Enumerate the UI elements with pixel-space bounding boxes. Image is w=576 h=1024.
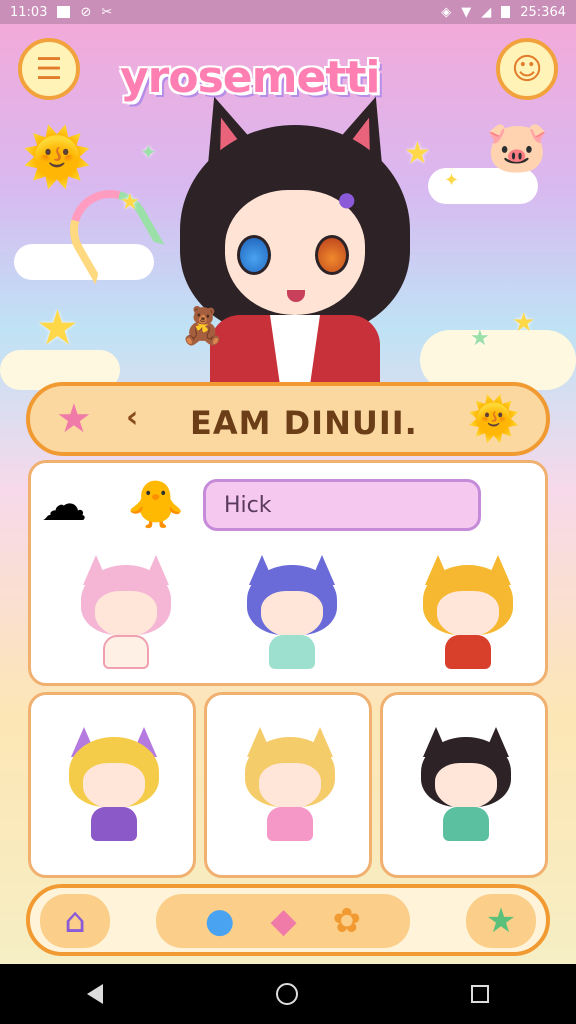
- chibi-body: [443, 807, 489, 841]
- chibi-face: [261, 591, 323, 637]
- paint-drop-icon[interactable]: ◆: [271, 901, 297, 941]
- bug-icon: ✂: [101, 4, 113, 20]
- hair-clip-icon: ●: [338, 187, 356, 211]
- character-card-blue-cat[interactable]: [237, 551, 347, 671]
- status-bar: 11:03 ⊘ ✂ ◈ ▼ ◢ 25:364: [0, 0, 576, 24]
- vibrate-icon: ◈: [441, 4, 452, 20]
- profile-button[interactable]: ☺: [496, 38, 558, 100]
- star-icon: ✦: [444, 170, 460, 191]
- chibi: [235, 723, 345, 843]
- chibi-body: [91, 807, 137, 841]
- character-card-dark-hair[interactable]: [380, 692, 548, 878]
- menu-face-icon: ☰: [35, 51, 63, 87]
- star-icon: ★: [120, 190, 140, 215]
- chibi-body: [267, 807, 313, 841]
- home-tab[interactable]: ⌂: [40, 894, 110, 948]
- star-icon: ★: [512, 308, 536, 338]
- status-right-text: 25:364: [520, 4, 566, 20]
- sun-face-icon[interactable]: 🌞: [468, 394, 520, 444]
- balloon-icon[interactable]: ●: [205, 901, 235, 941]
- search-header-title: EAM DINUII.: [190, 404, 418, 442]
- chibi: [59, 723, 169, 843]
- star-icon: ✦: [140, 140, 157, 164]
- hero-eye-blue: [237, 235, 271, 275]
- cloud-decoration: [420, 330, 576, 390]
- bottom-dock: ⌂ ● ◆ ✿ ★: [26, 884, 550, 956]
- chibi-face: [95, 591, 157, 637]
- star-icon: ★: [36, 300, 80, 356]
- status-time: 11:03: [10, 4, 48, 20]
- character-card-blonde-cat[interactable]: [204, 692, 372, 878]
- system-nav-bar: [0, 964, 576, 1024]
- bee-face-icon[interactable]: ✿: [333, 901, 362, 941]
- search-input[interactable]: [203, 479, 481, 531]
- chick-face-icon[interactable]: 🐥: [127, 477, 184, 532]
- hero-eye-orange: [315, 235, 349, 275]
- chibi-body: [269, 635, 315, 669]
- search-header-bar: ★ ‹ EAM DINUII. 🌞: [26, 382, 550, 456]
- chibi: [411, 723, 521, 843]
- chibi-face: [435, 763, 497, 809]
- nav-home-icon[interactable]: [275, 983, 298, 1005]
- chibi-body: [103, 635, 149, 669]
- sync-icon: ⊘: [80, 4, 92, 20]
- puppet-icon: 🧸: [180, 306, 225, 347]
- star-icon: ★: [485, 901, 517, 941]
- notification-icon: [57, 6, 71, 18]
- star-icon: ★: [470, 326, 490, 351]
- dock-center-group: ● ◆ ✿: [156, 894, 410, 948]
- chibi-face: [437, 591, 499, 637]
- back-button[interactable]: ‹: [126, 400, 138, 435]
- battery-icon: [501, 6, 511, 18]
- profile-face-icon: ☺: [511, 51, 543, 87]
- character-card-pink-cat[interactable]: [71, 551, 181, 671]
- pink-star-face-icon[interactable]: ★: [56, 396, 92, 442]
- featured-panel: ☁ 🐥: [28, 460, 548, 686]
- house-icon: ⌂: [64, 901, 86, 941]
- wifi-icon: ▼: [461, 4, 472, 20]
- sun-face-icon: 🌞: [22, 125, 92, 190]
- menu-button[interactable]: ☰: [18, 38, 80, 100]
- chibi-face: [83, 763, 145, 809]
- nav-recents-icon[interactable]: [471, 985, 490, 1003]
- character-card-orange-cat[interactable]: [413, 551, 523, 671]
- nav-back-icon[interactable]: [86, 984, 103, 1004]
- character-card-blonde-purple[interactable]: [28, 692, 196, 878]
- hero-character: 🧸 ●: [170, 95, 420, 385]
- pig-face-icon: 🐷: [486, 118, 549, 176]
- favorites-tab[interactable]: ★: [466, 894, 536, 948]
- chibi-face: [259, 763, 321, 809]
- chibi-body: [445, 635, 491, 669]
- cloud-face-icon[interactable]: ☁: [41, 477, 87, 531]
- signal-icon: ◢: [481, 4, 492, 20]
